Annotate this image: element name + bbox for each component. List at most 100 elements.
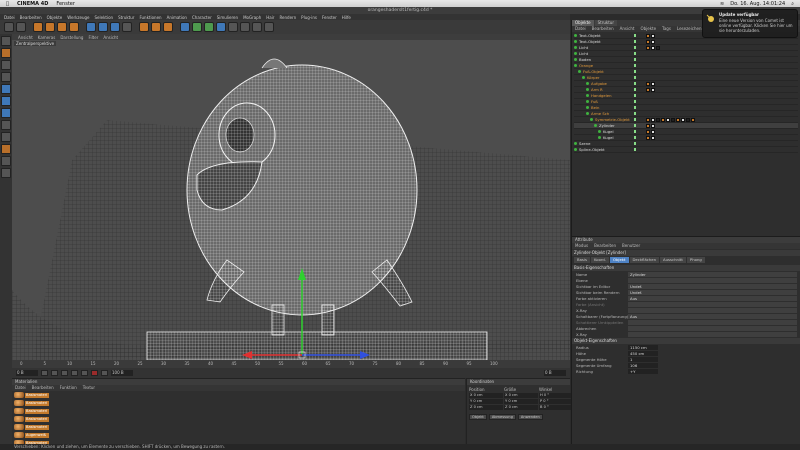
menu-item[interactable]: Datei <box>4 15 15 20</box>
cube-icon[interactable] <box>180 22 190 32</box>
visibility-toggles[interactable] <box>634 40 636 43</box>
visibility-toggles[interactable] <box>634 88 636 91</box>
workplane-icon[interactable] <box>1 156 11 166</box>
material-tag-icon[interactable] <box>671 117 675 122</box>
record-icon[interactable] <box>91 370 98 376</box>
menu-item[interactable]: Rendern <box>279 15 296 20</box>
tweak-mode-icon[interactable] <box>1 132 11 142</box>
polygons-mode-icon[interactable] <box>1 108 11 118</box>
menu-item[interactable]: Bearbeiten <box>20 15 42 20</box>
attribute-value-field[interactable] <box>628 277 797 283</box>
object-menu-item[interactable]: Ansicht <box>620 26 635 32</box>
visibility-check-icon[interactable] <box>634 82 636 85</box>
viewport-menu-item[interactable]: Filter <box>88 35 98 40</box>
material-tag-icon[interactable] <box>661 117 665 122</box>
visibility-toggles[interactable] <box>634 106 636 109</box>
play-icon[interactable] <box>61 370 68 376</box>
viewport-menu-item[interactable]: Ansicht <box>103 35 118 40</box>
visibility-check-icon[interactable] <box>634 124 636 127</box>
visibility-check-icon[interactable] <box>634 64 636 67</box>
material-tag-icon[interactable] <box>646 129 650 134</box>
subdivision-icon[interactable] <box>204 22 214 32</box>
x-axis-icon[interactable] <box>86 22 96 32</box>
attribute-value-field[interactable] <box>628 331 797 337</box>
menu-item[interactable]: Plug-ins <box>301 15 317 20</box>
visibility-toggles[interactable] <box>634 130 636 133</box>
axis-mode-icon[interactable] <box>1 72 11 82</box>
material-tag-icon[interactable] <box>666 117 670 122</box>
coord-field[interactable]: X 0 cm <box>469 393 503 398</box>
object-menu-item[interactable]: Datei <box>575 26 586 32</box>
rotate-icon[interactable] <box>69 22 79 32</box>
attribute-tab[interactable]: Ausschnitt <box>660 257 686 263</box>
material-tag-icon[interactable] <box>651 87 655 92</box>
first-frame-icon[interactable] <box>41 370 48 376</box>
menu-item[interactable]: Character <box>192 15 212 20</box>
clock[interactable]: Do. 16. Aug. 14:01:24 <box>730 1 785 7</box>
visibility-check-icon[interactable] <box>634 52 636 55</box>
visibility-check-icon[interactable] <box>634 112 636 115</box>
coord-field[interactable]: Y 0 cm <box>504 399 538 404</box>
keyframe-icon[interactable] <box>101 370 108 376</box>
make-editable-icon[interactable] <box>1 36 11 46</box>
coord-field[interactable]: Z 0 cm <box>504 405 538 410</box>
menu-item[interactable]: Selektion <box>95 15 114 20</box>
visibility-check-icon[interactable] <box>634 88 636 91</box>
scale-icon[interactable] <box>57 22 67 32</box>
menu-item[interactable]: Hilfe <box>342 15 351 20</box>
menu-window[interactable]: Fenster <box>56 1 75 7</box>
visibility-toggles[interactable] <box>634 70 636 73</box>
material-tag-icon[interactable] <box>676 117 680 122</box>
viewport[interactable]: Ansicht Kameras Darstellung Filter Ansicht <box>12 34 570 360</box>
coord-size-mode-dropdown[interactable]: Abmessung <box>488 414 516 420</box>
attribute-value-field[interactable]: Aus <box>628 313 797 319</box>
attribute-menu-item[interactable]: Bearbeiten <box>594 243 616 249</box>
material-item[interactable]: Basismateri <box>14 423 465 431</box>
edges-mode-icon[interactable] <box>1 96 11 106</box>
material-tag-icon[interactable] <box>651 81 655 86</box>
floor-icon[interactable] <box>240 22 250 32</box>
attribute-tab[interactable]: Phong <box>686 257 705 263</box>
render-settings-icon[interactable] <box>163 22 173 32</box>
app-menu[interactable]: CINEMA 4D <box>17 1 48 7</box>
material-tag-icon[interactable] <box>651 129 655 134</box>
visibility-check-icon[interactable] <box>634 130 636 133</box>
visibility-toggles[interactable] <box>634 64 636 67</box>
material-tag-icon[interactable] <box>651 135 655 140</box>
attribute-menu-item[interactable]: Benutzer <box>622 243 640 249</box>
material-tag-icon[interactable] <box>651 39 655 44</box>
attribute-value-field[interactable] <box>628 307 797 313</box>
timeline[interactable]: 0 5 10 15 20 25 30 35 40 45 50 55 60 65 70 75 80 85 90 95 10… <box>12 360 570 378</box>
material-tag-icon[interactable] <box>656 45 660 50</box>
visibility-toggles[interactable] <box>634 136 636 139</box>
apple-menu-icon[interactable]:  <box>6 1 9 7</box>
visibility-toggles[interactable] <box>634 82 636 85</box>
attribute-value-field[interactable]: 106 <box>628 362 658 368</box>
material-tag-icon[interactable] <box>646 135 650 140</box>
material-item[interactable]: Basismateri <box>14 391 465 399</box>
menu-item[interactable]: Hair <box>266 15 274 20</box>
frame-start-field[interactable]: 0 B <box>16 370 38 376</box>
material-tag-icon[interactable] <box>651 117 655 122</box>
spotlight-icon[interactable]: ⌕ <box>791 1 794 7</box>
move-icon[interactable] <box>45 22 55 32</box>
material-tag-icon[interactable] <box>651 123 655 128</box>
coord-field[interactable]: X 0 cm <box>504 393 538 398</box>
attribute-tab[interactable]: Koord. <box>590 257 610 263</box>
wireframe-scene[interactable] <box>12 40 570 360</box>
material-tag-icon[interactable] <box>681 117 685 122</box>
attribute-value-field[interactable]: Undef. <box>628 283 797 289</box>
visibility-check-icon[interactable] <box>634 34 636 37</box>
z-axis-icon[interactable] <box>110 22 120 32</box>
visibility-toggles[interactable] <box>634 112 636 115</box>
attribute-value-field[interactable]: 450 cm <box>628 350 658 356</box>
wifi-icon[interactable]: ≋ <box>720 1 724 7</box>
world-coords-icon[interactable] <box>122 22 132 32</box>
visibility-toggles[interactable] <box>634 100 636 103</box>
visibility-check-icon[interactable] <box>634 100 636 103</box>
material-item[interactable]: Augenweiß <box>14 431 465 439</box>
material-tag-icon[interactable] <box>646 45 650 50</box>
coord-field[interactable]: H 0 ° <box>539 393 573 398</box>
visibility-toggles[interactable] <box>634 76 636 79</box>
menu-item[interactable]: Funktionen <box>139 15 161 20</box>
